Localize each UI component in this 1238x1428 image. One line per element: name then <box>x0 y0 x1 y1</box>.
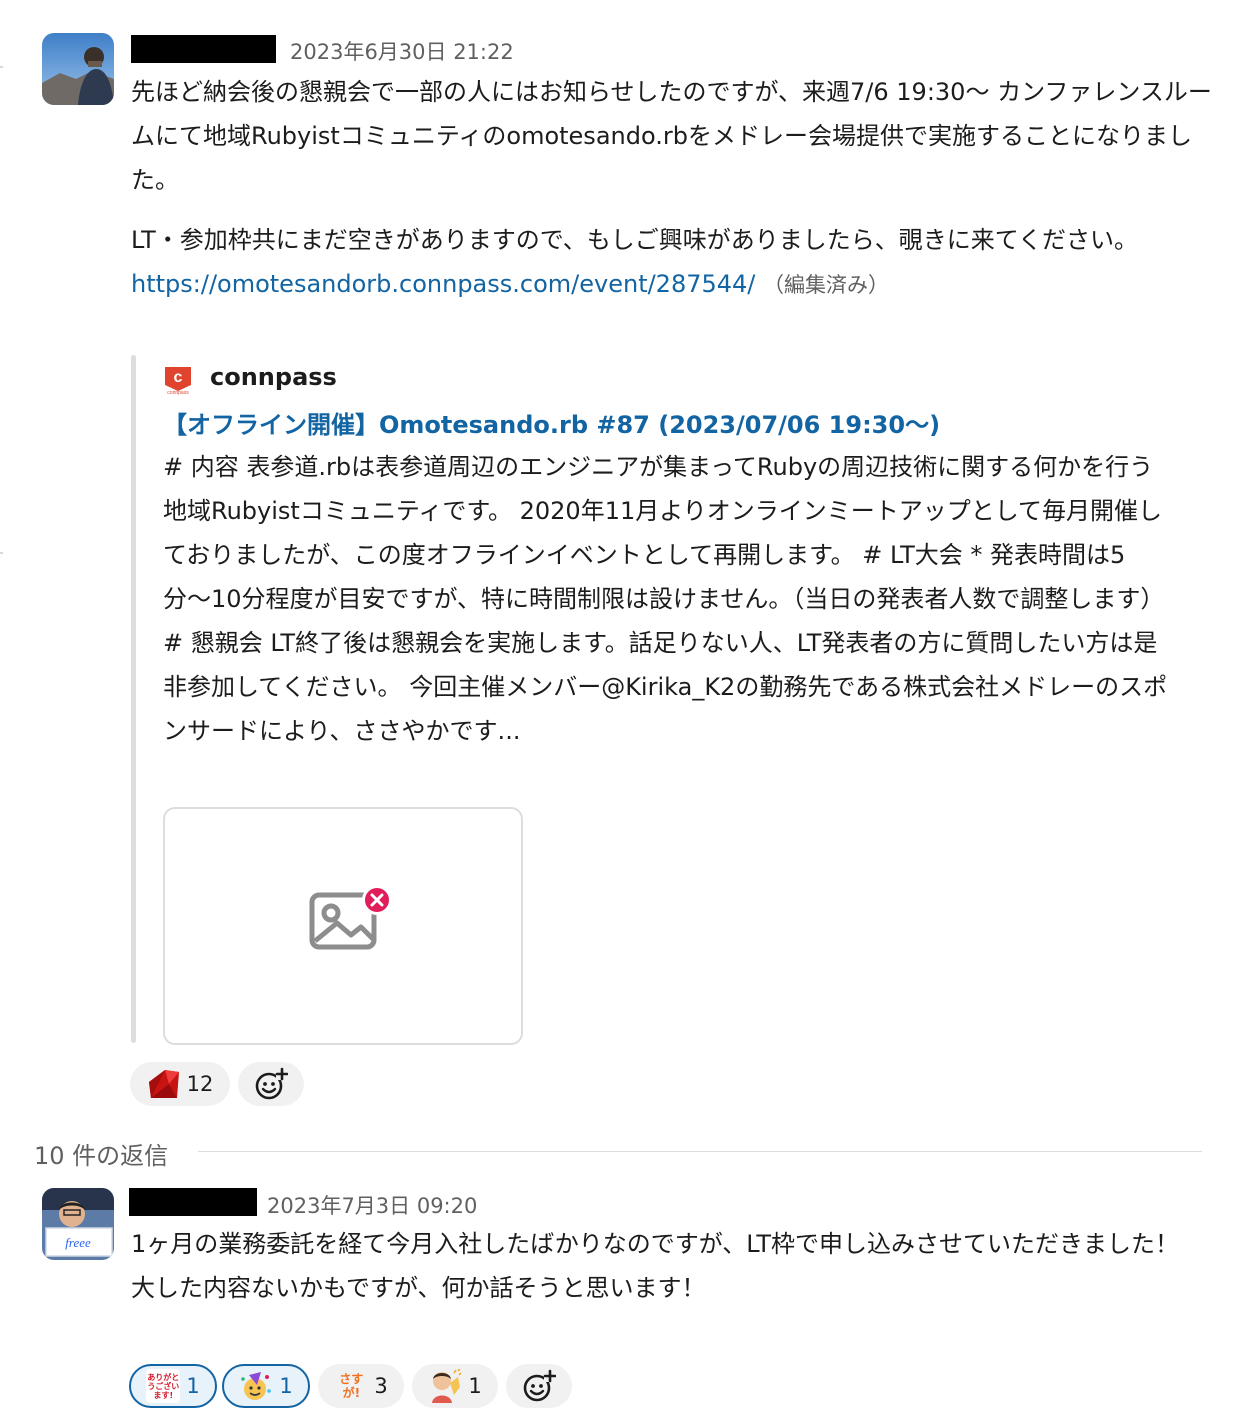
message-timestamp[interactable]: 2023年6月30日 21:22 <box>290 36 514 66</box>
link-preview: c connpass connpass 【オフライン開催】Omotesando.… <box>131 355 1191 1045</box>
arigatou-gozaimasu-icon: ありがとうございます! <box>146 1369 181 1403</box>
connpass-logo-icon: c connpass <box>163 365 193 396</box>
reaction-sasuga[interactable]: さすが! 3 <box>318 1364 404 1408</box>
reaction-count: 12 <box>186 1072 214 1096</box>
replies-divider <box>198 1151 1202 1152</box>
avatar-photo-icon: freee <box>42 1188 114 1260</box>
edge-marker <box>0 552 3 554</box>
reply-timestamp[interactable]: 2023年7月3日 09:20 <box>267 1190 477 1220</box>
event-link[interactable]: https://omotesandorb.connpass.com/event/… <box>131 270 755 298</box>
reply-user-avatar[interactable]: freee <box>42 1188 114 1260</box>
reaction-arigatou[interactable]: ありがとうございます! 1 <box>129 1364 217 1408</box>
message-body: 先ほど納会後の懇親会で一部の人にはお知らせしたのですが、来週7/6 19:30〜… <box>131 70 1216 307</box>
clapping-person-icon <box>432 1369 462 1403</box>
logo-sub: connpass <box>167 390 189 395</box>
add-emoji-icon <box>255 1067 288 1100</box>
reaction-party[interactable]: 1 <box>222 1364 310 1408</box>
reply-line: 大した内容ないかもですが、何か話そうと思います！ <box>131 1274 706 1302</box>
edge-marker <box>0 66 3 68</box>
add-emoji-icon <box>523 1369 556 1402</box>
user-avatar[interactable] <box>42 33 114 105</box>
ruby-gem-icon <box>148 1070 179 1098</box>
party-person-icon <box>241 1372 272 1400</box>
avatar-sign-text: freee <box>65 1235 91 1250</box>
add-reaction-button[interactable] <box>238 1062 304 1106</box>
preview-image[interactable] <box>163 807 523 1045</box>
reaction-count: 1 <box>279 1374 293 1398</box>
reaction-clap[interactable]: 1 <box>412 1364 498 1408</box>
reaction-ruby[interactable]: 12 <box>130 1062 230 1106</box>
emoji-text: さすが! <box>339 1372 364 1400</box>
reaction-count: 3 <box>374 1374 388 1398</box>
reply-author-name-redacted[interactable] <box>129 1188 257 1216</box>
replies-count-label[interactable]: 10 件の返信 <box>34 1136 168 1171</box>
reaction-count: 1 <box>468 1374 482 1398</box>
broken-image-icon <box>309 885 392 950</box>
sasuga-icon: さすが! <box>334 1369 368 1403</box>
preview-site-name: connpass <box>210 363 337 391</box>
author-name-redacted[interactable] <box>131 35 276 63</box>
message-paragraph: LT・参加枠共にまだ空きがありますので、もしご興味がありましたら、覗きに来てくだ… <box>131 226 1139 254</box>
edited-label: （編集済み） <box>763 273 890 297</box>
add-reaction-button[interactable] <box>506 1364 572 1408</box>
message-paragraph: 先ほど納会後の懇親会で一部の人にはお知らせしたのですが、来週7/6 19:30〜… <box>131 78 1212 194</box>
reply-body: 1ヶ月の業務委託を経て今月入社したばかりなのですが、LT枠で申し込みさせていただ… <box>131 1222 1216 1310</box>
emoji-text: ありがとうございます! <box>147 1372 180 1400</box>
reply-line: 1ヶ月の業務委託を経て今月入社したばかりなのですが、LT枠で申し込みさせていただ… <box>131 1230 1179 1258</box>
preview-title-link[interactable]: 【オフライン開催】Omotesando.rb #87 (2023/07/06 1… <box>163 405 940 440</box>
logo-letter: c <box>174 369 183 386</box>
avatar-photo-icon <box>42 33 114 105</box>
preview-accent-bar <box>131 355 136 1043</box>
preview-description: # 内容 表参道.rbは表参道周辺のエンジニアが集まってRubyの周辺技術に関す… <box>163 453 1168 745</box>
reaction-count: 1 <box>186 1374 200 1398</box>
